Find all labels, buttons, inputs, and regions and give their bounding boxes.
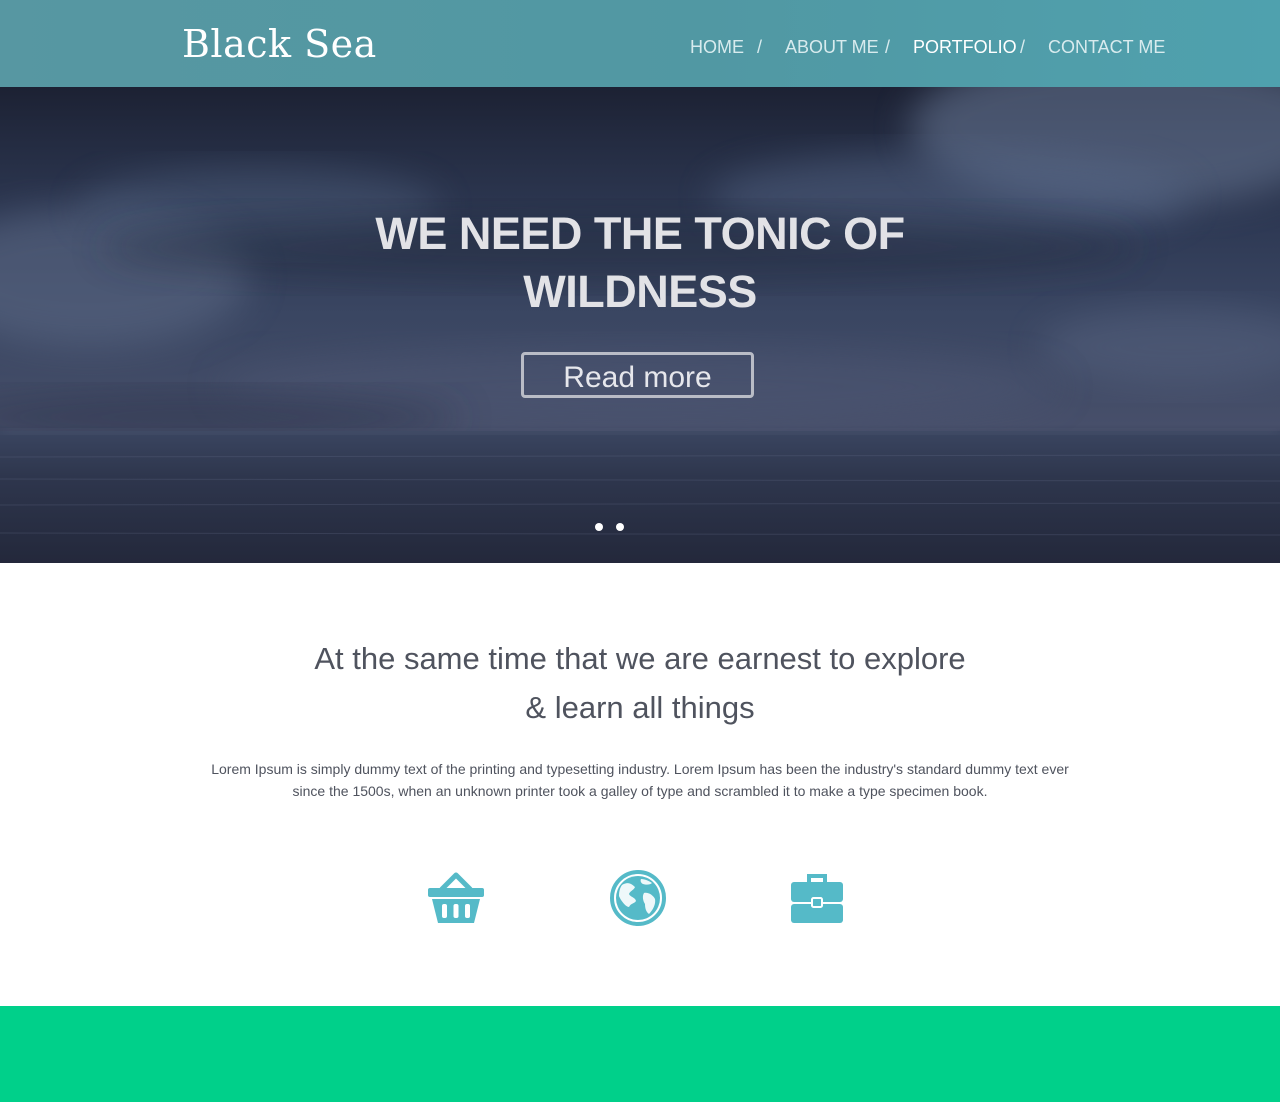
- read-more-button[interactable]: Read more: [521, 352, 754, 398]
- intro-heading-line-1: At the same time that we are earnest to …: [314, 641, 966, 676]
- hero-background-image: [0, 87, 1280, 563]
- site-logo[interactable]: Black Sea: [182, 20, 377, 68]
- hero-title: WE NEED THE TONIC OF WILDNESS: [375, 208, 905, 317]
- site-header: Black Sea HOME / ABOUT ME / PORTFOLIO / …: [0, 0, 1280, 87]
- slider-dot-1[interactable]: [595, 523, 603, 531]
- slider-dot-2[interactable]: [616, 523, 624, 531]
- intro-heading: At the same time that we are earnest to …: [200, 634, 1080, 732]
- hero-slider: WE NEED THE TONIC OF WILDNESS Read more: [0, 87, 1280, 563]
- footer-band: [0, 1006, 1280, 1102]
- nav-separator: /: [885, 37, 891, 57]
- nav-item-contact-me[interactable]: CONTACT ME: [1048, 34, 1165, 60]
- nav-item-home[interactable]: HOME: [690, 34, 744, 60]
- nav-separator: /: [757, 37, 763, 57]
- nav-item-portfolio[interactable]: PORTFOLIO: [913, 34, 1017, 60]
- intro-heading-line-2: & learn all things: [525, 690, 755, 725]
- nav-separator: /: [1020, 37, 1026, 57]
- briefcase-icon[interactable]: [787, 868, 847, 928]
- globe-icon[interactable]: [608, 868, 668, 928]
- intro-body: Lorem Ipsum is simply dummy text of the …: [211, 761, 1069, 799]
- nav-item-about-me[interactable]: ABOUT ME: [785, 34, 879, 60]
- basket-icon[interactable]: [426, 868, 486, 928]
